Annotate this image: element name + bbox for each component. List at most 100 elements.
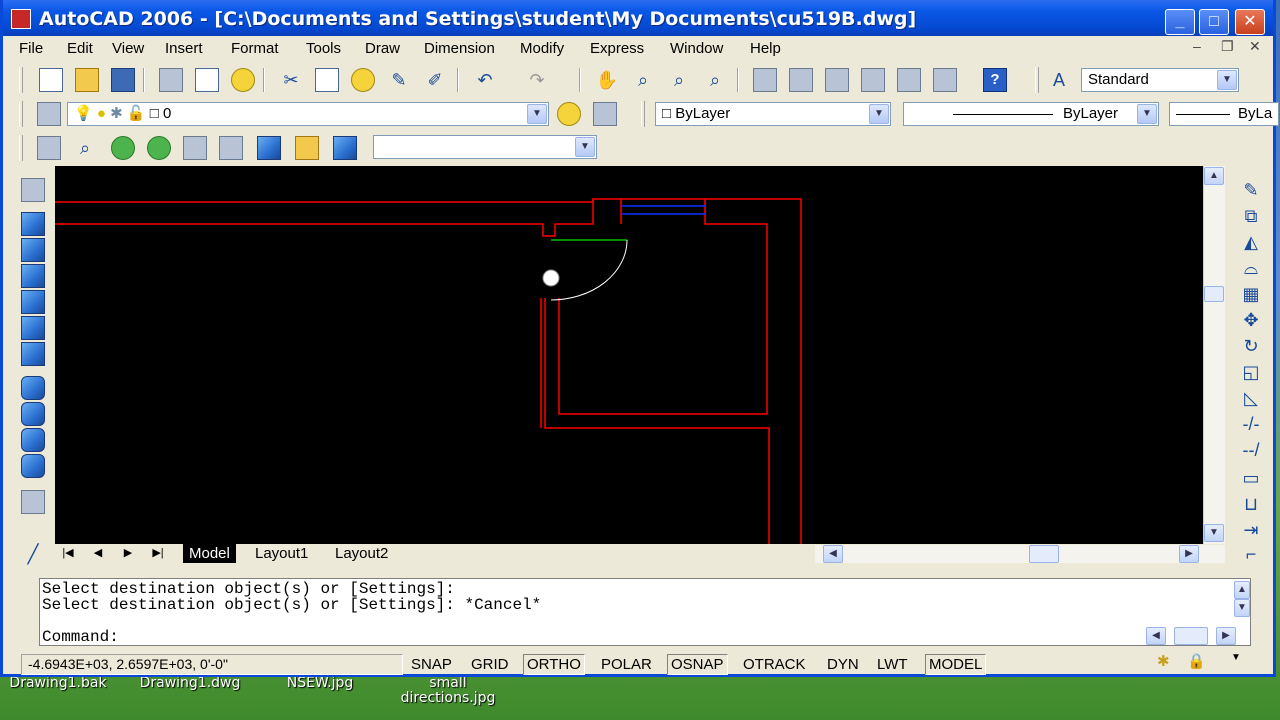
- doc-minimize-button[interactable]: –: [1193, 38, 1201, 54]
- vertical-scrollbar[interactable]: ▲ ▼: [1203, 166, 1225, 544]
- chamfer-icon[interactable]: ⇥: [1239, 518, 1263, 542]
- toolbar-grip[interactable]: [19, 101, 23, 127]
- undo-icon[interactable]: ↶: [473, 68, 497, 92]
- trim-icon[interactable]: -/-: [1239, 412, 1263, 436]
- calculator-icon[interactable]: [933, 68, 957, 92]
- scroll-left-button[interactable]: ◀: [823, 545, 843, 563]
- polar-toggle[interactable]: POLAR: [597, 654, 656, 675]
- zoom-icon[interactable]: ⌕: [73, 136, 97, 160]
- menu-modify[interactable]: Modify: [520, 40, 564, 57]
- array-icon[interactable]: ▦: [1239, 282, 1263, 306]
- doc-close-button[interactable]: ✕: [1249, 38, 1261, 55]
- zoom-window-icon[interactable]: ⌕: [667, 68, 691, 92]
- snap-toggle[interactable]: SNAP: [407, 654, 456, 675]
- stretch-icon[interactable]: ◺: [1239, 386, 1263, 410]
- maximize-button[interactable]: □: [1199, 9, 1229, 35]
- drawing-area[interactable]: [55, 166, 1203, 544]
- chevron-down-icon[interactable]: ▼: [1137, 104, 1157, 124]
- horizontal-scrollbar[interactable]: ◀ ▶: [815, 545, 1225, 563]
- model-toggle[interactable]: MODEL: [925, 654, 987, 675]
- comm-center-icon[interactable]: ✱: [1157, 652, 1179, 672]
- refresh-view-icon[interactable]: [333, 136, 357, 160]
- help-icon[interactable]: ?: [983, 68, 1007, 92]
- last-tab-button[interactable]: ▶|: [147, 544, 169, 563]
- offset-icon[interactable]: ⌓: [1239, 256, 1263, 280]
- continuous-orbit-icon[interactable]: [147, 136, 171, 160]
- toolbar-grip[interactable]: [1035, 67, 1039, 93]
- toolbar-grip[interactable]: [19, 67, 23, 93]
- osnap-toggle[interactable]: OSNAP: [667, 654, 728, 675]
- next-tab-button[interactable]: ▶: [117, 544, 139, 563]
- text-style-select[interactable]: Standard ▼: [1081, 68, 1239, 92]
- break-icon[interactable]: ▭: [1239, 466, 1263, 490]
- erase-icon[interactable]: ✎: [1239, 178, 1263, 202]
- publish-icon[interactable]: [231, 68, 255, 92]
- match-properties-icon[interactable]: ✎: [387, 68, 411, 92]
- lwt-toggle[interactable]: LWT: [873, 654, 912, 675]
- menu-window[interactable]: Window: [670, 40, 723, 57]
- markup-icon[interactable]: [897, 68, 921, 92]
- rotate-icon[interactable]: ↻: [1239, 334, 1263, 358]
- orbit-icon[interactable]: [111, 136, 135, 160]
- named-views-icon[interactable]: [295, 136, 319, 160]
- design-center-icon[interactable]: [789, 68, 813, 92]
- desktop-icon-drawing1-dwg[interactable]: Drawing1.dwg: [130, 676, 250, 691]
- cmd-hscroll-thumb[interactable]: [1174, 627, 1208, 645]
- plot-icon[interactable]: [159, 68, 183, 92]
- toolbar-grip[interactable]: [641, 101, 645, 127]
- pan-realtime-icon[interactable]: ✋: [595, 68, 619, 92]
- camera-tool-icon[interactable]: [183, 136, 207, 160]
- open-icon[interactable]: [75, 68, 99, 92]
- block-editor-icon[interactable]: ✐: [423, 68, 447, 92]
- scroll-down-button[interactable]: ▼: [1204, 524, 1224, 542]
- tab-layout2[interactable]: Layout2: [329, 544, 394, 563]
- paste-icon[interactable]: [351, 68, 375, 92]
- layer-previous-icon[interactable]: [593, 102, 617, 126]
- extend-icon[interactable]: --/: [1239, 438, 1263, 462]
- tool-palettes-icon[interactable]: [825, 68, 849, 92]
- tab-layout1[interactable]: Layout1: [249, 544, 314, 563]
- scale-icon[interactable]: ◱: [1239, 360, 1263, 384]
- chevron-down-icon[interactable]: ▼: [527, 104, 547, 124]
- iso-ne-icon[interactable]: [21, 428, 45, 452]
- close-button[interactable]: ✕: [1235, 9, 1265, 35]
- menu-express[interactable]: Express: [590, 40, 644, 57]
- coordinate-display[interactable]: -4.6943E+03, 2.6597E+03, 0'-0": [21, 654, 403, 675]
- lineweight-select[interactable]: ByLa: [1169, 102, 1279, 126]
- cmd-scroll-right-button[interactable]: ▶: [1216, 627, 1236, 645]
- copy-icon[interactable]: ⧉: [1239, 204, 1263, 228]
- ortho-toggle[interactable]: ORTHO: [523, 654, 585, 675]
- scroll-right-button[interactable]: ▶: [1179, 545, 1199, 563]
- menu-help[interactable]: Help: [750, 40, 781, 57]
- scroll-up-button[interactable]: ▲: [1204, 167, 1224, 185]
- sheet-set-icon[interactable]: [861, 68, 885, 92]
- mirror-icon[interactable]: ◭: [1239, 230, 1263, 254]
- move-icon[interactable]: ✥: [1239, 308, 1263, 332]
- cut-icon[interactable]: ✂: [279, 68, 303, 92]
- toolbar-lock-icon[interactable]: 🔒: [1187, 652, 1209, 672]
- title-bar[interactable]: AutoCAD 2006 - [C:\Documents and Setting…: [3, 0, 1273, 36]
- cube-left-icon[interactable]: [21, 264, 45, 288]
- cmd-scroll-up-button[interactable]: ▲: [1234, 581, 1250, 599]
- cube-bottom-icon[interactable]: [21, 342, 45, 366]
- view-select[interactable]: ▼: [373, 135, 597, 159]
- grid-toggle[interactable]: GRID: [467, 654, 513, 675]
- zoom-previous-icon[interactable]: ⌕: [703, 68, 727, 92]
- autocad-app-icon[interactable]: [11, 9, 31, 29]
- cube-front-icon[interactable]: [21, 212, 45, 236]
- cube-back-icon[interactable]: [21, 316, 45, 340]
- zoom-realtime-icon[interactable]: ⌕: [631, 68, 655, 92]
- chevron-down-icon[interactable]: ▼: [575, 137, 595, 157]
- tab-model[interactable]: Model: [183, 544, 236, 563]
- status-menu-chevron-down-icon[interactable]: ▼: [1231, 652, 1249, 672]
- pan-icon[interactable]: [37, 136, 61, 160]
- hscroll-thumb[interactable]: [1029, 545, 1059, 563]
- text-style-icon[interactable]: A: [1047, 68, 1071, 92]
- dyn-toggle[interactable]: DYN: [823, 654, 863, 675]
- cube-right-icon[interactable]: [21, 290, 45, 314]
- cube-top-icon[interactable]: [21, 238, 45, 262]
- iso-sw-icon[interactable]: [21, 376, 45, 400]
- layer-select[interactable]: 💡 ● ✱ 🔓 □ 0 ▼: [67, 102, 549, 126]
- ucs-icon[interactable]: [21, 178, 45, 202]
- properties-icon[interactable]: [753, 68, 777, 92]
